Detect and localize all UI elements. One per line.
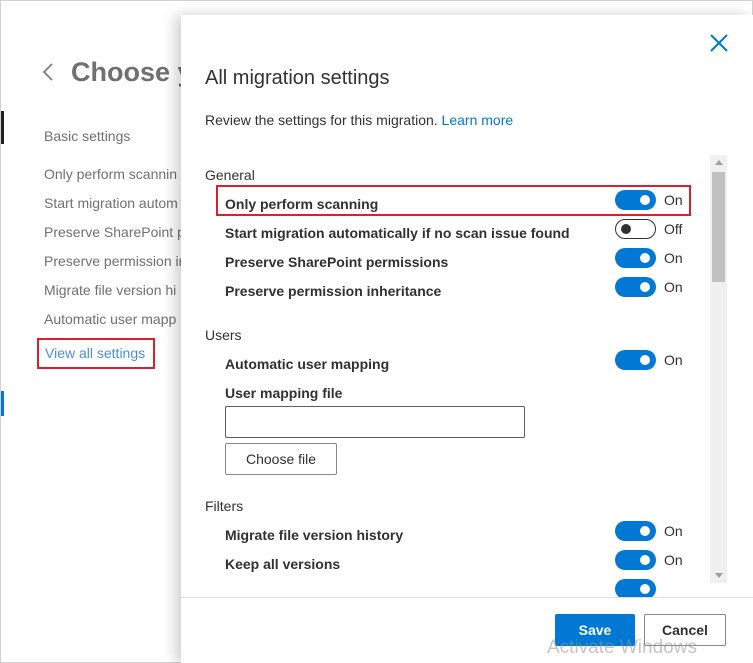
section-filters: Filters — [205, 498, 244, 514]
basic-setting-item: Start migration autom — [44, 195, 178, 211]
scroll-down-icon[interactable] — [715, 573, 723, 578]
toggle-preserve-inheritance[interactable] — [615, 277, 656, 297]
setting-label-preserve-sharepoint: Preserve SharePoint permissions — [225, 254, 449, 270]
bg-edge-mark — [1, 391, 4, 416]
scroll-up-icon[interactable] — [715, 160, 723, 165]
basic-setting-item: Automatic user mapp — [44, 311, 177, 327]
description-text: Review the settings for this migration. — [205, 112, 438, 128]
setting-label-start-migration: Start migration automatically if no scan… — [225, 225, 570, 241]
toggle-state-text: On — [664, 192, 683, 208]
bg-edge-mark — [1, 111, 4, 144]
toggle-knob — [640, 195, 650, 205]
all-migration-settings-panel: All migration settings Review the settin… — [181, 15, 753, 663]
activation-watermark: Activate Windows — [547, 637, 697, 658]
toggle-preserve-sharepoint[interactable] — [615, 248, 656, 268]
basic-setting-item: Migrate file version hi — [44, 282, 177, 298]
setting-label-preserve-inheritance: Preserve permission inheritance — [225, 283, 442, 299]
scrollbar-thumb[interactable] — [712, 172, 725, 282]
toggle-knob — [640, 526, 650, 536]
toggle-state-text: On — [664, 523, 683, 539]
toggle-state-text: Off — [664, 221, 683, 237]
section-general: General — [205, 167, 255, 183]
toggle-knob — [640, 282, 650, 292]
toggle-knob — [621, 224, 631, 234]
basic-settings-heading: Basic settings — [44, 128, 131, 144]
toggle-start-migration[interactable] — [615, 219, 656, 239]
close-icon[interactable] — [708, 32, 730, 54]
setting-label-only-scanning: Only perform scanning — [225, 196, 379, 212]
choose-file-button[interactable]: Choose file — [225, 443, 337, 475]
toggle-state-text: On — [664, 552, 683, 568]
toggle-knob — [640, 555, 650, 565]
learn-more-link[interactable]: Learn more — [442, 112, 514, 128]
vertical-scrollbar[interactable] — [710, 155, 727, 583]
basic-setting-item: Preserve SharePoint p — [44, 224, 185, 240]
toggle-knob — [640, 253, 650, 263]
basic-setting-item: Preserve permission in — [44, 253, 187, 269]
toggle-knob — [640, 584, 650, 594]
toggle-state-text: On — [664, 250, 683, 266]
section-users: Users — [205, 327, 242, 343]
toggle-only-scanning[interactable] — [615, 190, 656, 210]
page-title: Choose y — [71, 57, 193, 87]
user-mapping-file-label: User mapping file — [225, 385, 343, 401]
panel-description: Review the settings for this migration. … — [205, 112, 513, 128]
toggle-user-mapping[interactable] — [615, 350, 656, 370]
toggle-state-text: On — [664, 279, 683, 295]
toggle-keep-versions[interactable] — [615, 550, 656, 570]
setting-label-keep-versions: Keep all versions — [225, 556, 341, 572]
settings-scroll-area[interactable]: General Only perform scanning On Start m… — [181, 155, 753, 597]
setting-label-version-history: Migrate file version history — [225, 527, 404, 543]
setting-label-user-mapping: Automatic user mapping — [225, 356, 390, 372]
back-arrow-icon[interactable] — [42, 63, 54, 81]
toggle-next-setting[interactable] — [615, 579, 656, 597]
toggle-version-history[interactable] — [615, 521, 656, 541]
toggle-state-text: On — [664, 352, 683, 368]
basic-setting-item: Only perform scannin — [44, 166, 178, 182]
panel-title: All migration settings — [205, 67, 390, 89]
view-all-settings-link[interactable]: View all settings — [45, 345, 145, 361]
user-mapping-file-input[interactable] — [225, 406, 525, 438]
toggle-knob — [640, 355, 650, 365]
